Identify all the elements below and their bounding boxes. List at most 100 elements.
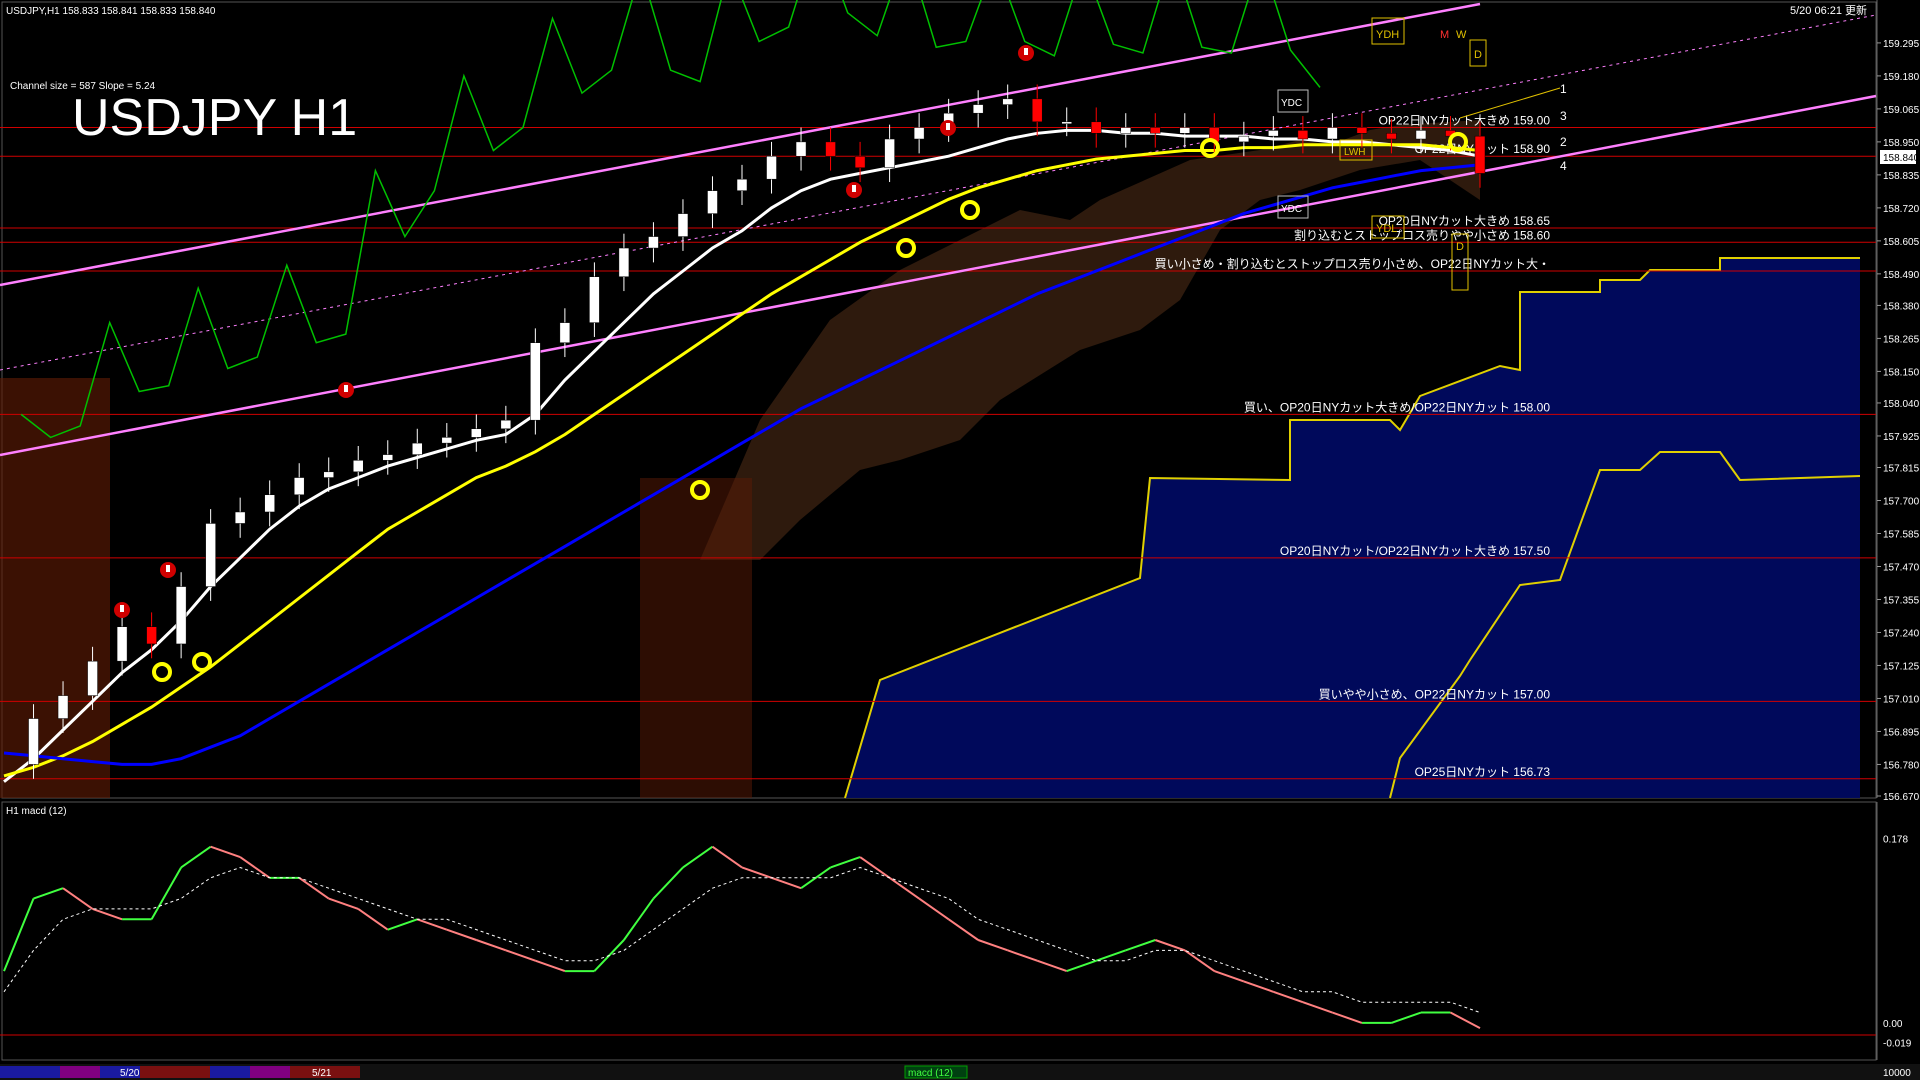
candle-bull bbox=[352, 460, 364, 473]
ydl-label: YDL bbox=[1376, 223, 1397, 235]
price-tick-label: 156.895 bbox=[1883, 727, 1920, 738]
candle-bull bbox=[1238, 135, 1250, 143]
footer-bar bbox=[0, 1064, 1920, 1080]
level-label: OP22日NYカット大きめ 159.00 bbox=[1379, 114, 1551, 128]
candle-bull bbox=[736, 178, 748, 191]
macd-tick-label: 0.178 bbox=[1883, 834, 1908, 845]
candle-bull bbox=[57, 695, 69, 719]
candle-bear bbox=[1031, 98, 1043, 123]
price-tick-label: 158.950 bbox=[1883, 138, 1920, 149]
candle-bear bbox=[1356, 127, 1368, 134]
current-price-label: 158.840 bbox=[1883, 153, 1920, 164]
footer-date-1: 5/20 bbox=[120, 1068, 140, 1079]
price-tick-label: 157.585 bbox=[1883, 529, 1920, 540]
price-tick-label: 157.240 bbox=[1883, 628, 1920, 639]
candle-bull bbox=[884, 138, 895, 168]
candle-bear bbox=[146, 626, 157, 645]
candle-bear bbox=[1150, 127, 1161, 134]
candle-bear bbox=[825, 141, 836, 157]
kumo-bull-body bbox=[640, 478, 752, 798]
chart-stage: OP22日NYカット大きめ 159.00OP22日NYカット 158.90OP2… bbox=[0, 0, 1920, 1080]
ydc-label-low: YDC bbox=[1281, 204, 1302, 215]
candle-bull bbox=[441, 437, 453, 444]
macd-tick-label: 0.00 bbox=[1883, 1019, 1903, 1030]
footer-date-2: 5/21 bbox=[312, 1068, 332, 1079]
candle-bull bbox=[87, 660, 98, 696]
level-label: OP20日NYカット/OP22日NYカット大きめ 157.50 bbox=[1280, 544, 1550, 558]
candle-bear bbox=[1386, 133, 1397, 140]
candle-bear bbox=[1090, 121, 1102, 134]
candle-bull bbox=[234, 511, 246, 524]
d-label-low: D bbox=[1456, 241, 1464, 253]
ydc-label-top: YDC bbox=[1281, 98, 1302, 109]
wave-label-4: 4 bbox=[1560, 159, 1567, 173]
candle-bull bbox=[1268, 130, 1279, 137]
ydh-label: YDH bbox=[1376, 29, 1399, 41]
price-tick-label: 158.265 bbox=[1883, 334, 1920, 345]
candle-bull bbox=[1120, 127, 1132, 134]
candle-bull bbox=[264, 494, 275, 513]
candle-bull bbox=[795, 141, 807, 157]
candle-bull bbox=[175, 586, 187, 645]
candle-bull bbox=[618, 247, 630, 277]
candle-bull bbox=[382, 454, 394, 461]
macd-tick-label: -0.019 bbox=[1883, 1039, 1912, 1050]
wave-label-1: 1 bbox=[1560, 82, 1567, 96]
kumo-bull-left bbox=[0, 378, 110, 798]
candle-bull bbox=[1061, 121, 1072, 125]
d-label-top: D bbox=[1474, 49, 1482, 61]
candle-bull bbox=[412, 442, 423, 455]
candle-bear bbox=[1474, 135, 1486, 174]
macd-title: H1 macd (12) bbox=[6, 806, 67, 817]
candle-bear bbox=[1297, 130, 1309, 140]
indicator-tab-label[interactable]: macd (12) bbox=[908, 1068, 953, 1079]
wave-label-3: 3 bbox=[1560, 109, 1567, 123]
candle-bull bbox=[28, 718, 39, 765]
candle-bull bbox=[471, 428, 482, 438]
candle-bull bbox=[559, 322, 571, 343]
level-label: 買いやや小さめ、OP22日NYカット 157.00 bbox=[1319, 687, 1551, 701]
level-label: OP25日NYカット 156.73 bbox=[1415, 765, 1551, 779]
price-tick-label: 159.295 bbox=[1883, 39, 1920, 50]
symbol-info: USDJPY,H1 158.833 158.841 158.833 158.84… bbox=[6, 6, 216, 17]
level-label: 買い、OP20日NYカット大きめ/OP22日NYカット 158.00 bbox=[1244, 400, 1550, 414]
price-tick-label: 158.150 bbox=[1883, 367, 1920, 378]
candle-bull bbox=[913, 127, 925, 140]
price-tick-label: 158.490 bbox=[1883, 270, 1920, 281]
wave-label-2: 2 bbox=[1560, 135, 1567, 149]
price-tick-label: 157.925 bbox=[1883, 432, 1920, 443]
candle-bear bbox=[854, 155, 866, 168]
level-label: 割り込むとストップロス売りやや小さめ 158.60 bbox=[1294, 227, 1550, 242]
price-tick-label: 158.835 bbox=[1883, 171, 1920, 182]
candle-bull bbox=[677, 213, 689, 237]
price-tick-label: 157.470 bbox=[1883, 562, 1920, 573]
candle-bull bbox=[1002, 98, 1013, 105]
candle-bull bbox=[323, 471, 334, 478]
candle-bull bbox=[766, 155, 777, 180]
candle-bull bbox=[1415, 130, 1427, 140]
candle-bull bbox=[1179, 127, 1191, 134]
price-tick-label: 159.180 bbox=[1883, 72, 1920, 83]
candle-bull bbox=[205, 523, 216, 587]
price-tick-label: 158.720 bbox=[1883, 204, 1920, 215]
candle-bull bbox=[707, 190, 718, 214]
price-tick-label: 157.010 bbox=[1883, 694, 1920, 705]
candle-bull bbox=[589, 276, 600, 323]
candle-bull bbox=[116, 626, 128, 662]
price-tick-label: 159.065 bbox=[1883, 105, 1920, 116]
candle-bull bbox=[530, 342, 541, 421]
footer-right-value: 10000 bbox=[1883, 1068, 1911, 1079]
level-label: 買い小さめ・割り込むとストップロス売り小さめ、OP22日NYカット大・ bbox=[1155, 256, 1550, 271]
price-tick-label: 156.670 bbox=[1883, 792, 1920, 803]
price-tick-label: 157.700 bbox=[1883, 497, 1920, 508]
candle-bull bbox=[648, 236, 659, 249]
price-tick-label: 157.125 bbox=[1883, 661, 1920, 672]
candle-bull bbox=[293, 477, 305, 496]
candle-bull bbox=[1327, 127, 1338, 140]
price-tick-label: 157.815 bbox=[1883, 464, 1920, 475]
price-tick-label: 158.040 bbox=[1883, 399, 1920, 410]
update-time: 5/20 06:21 更新 bbox=[1790, 3, 1867, 17]
price-tick-label: 158.605 bbox=[1883, 237, 1920, 248]
w-label: W bbox=[1456, 29, 1467, 41]
price-tick-label: 156.780 bbox=[1883, 760, 1920, 771]
